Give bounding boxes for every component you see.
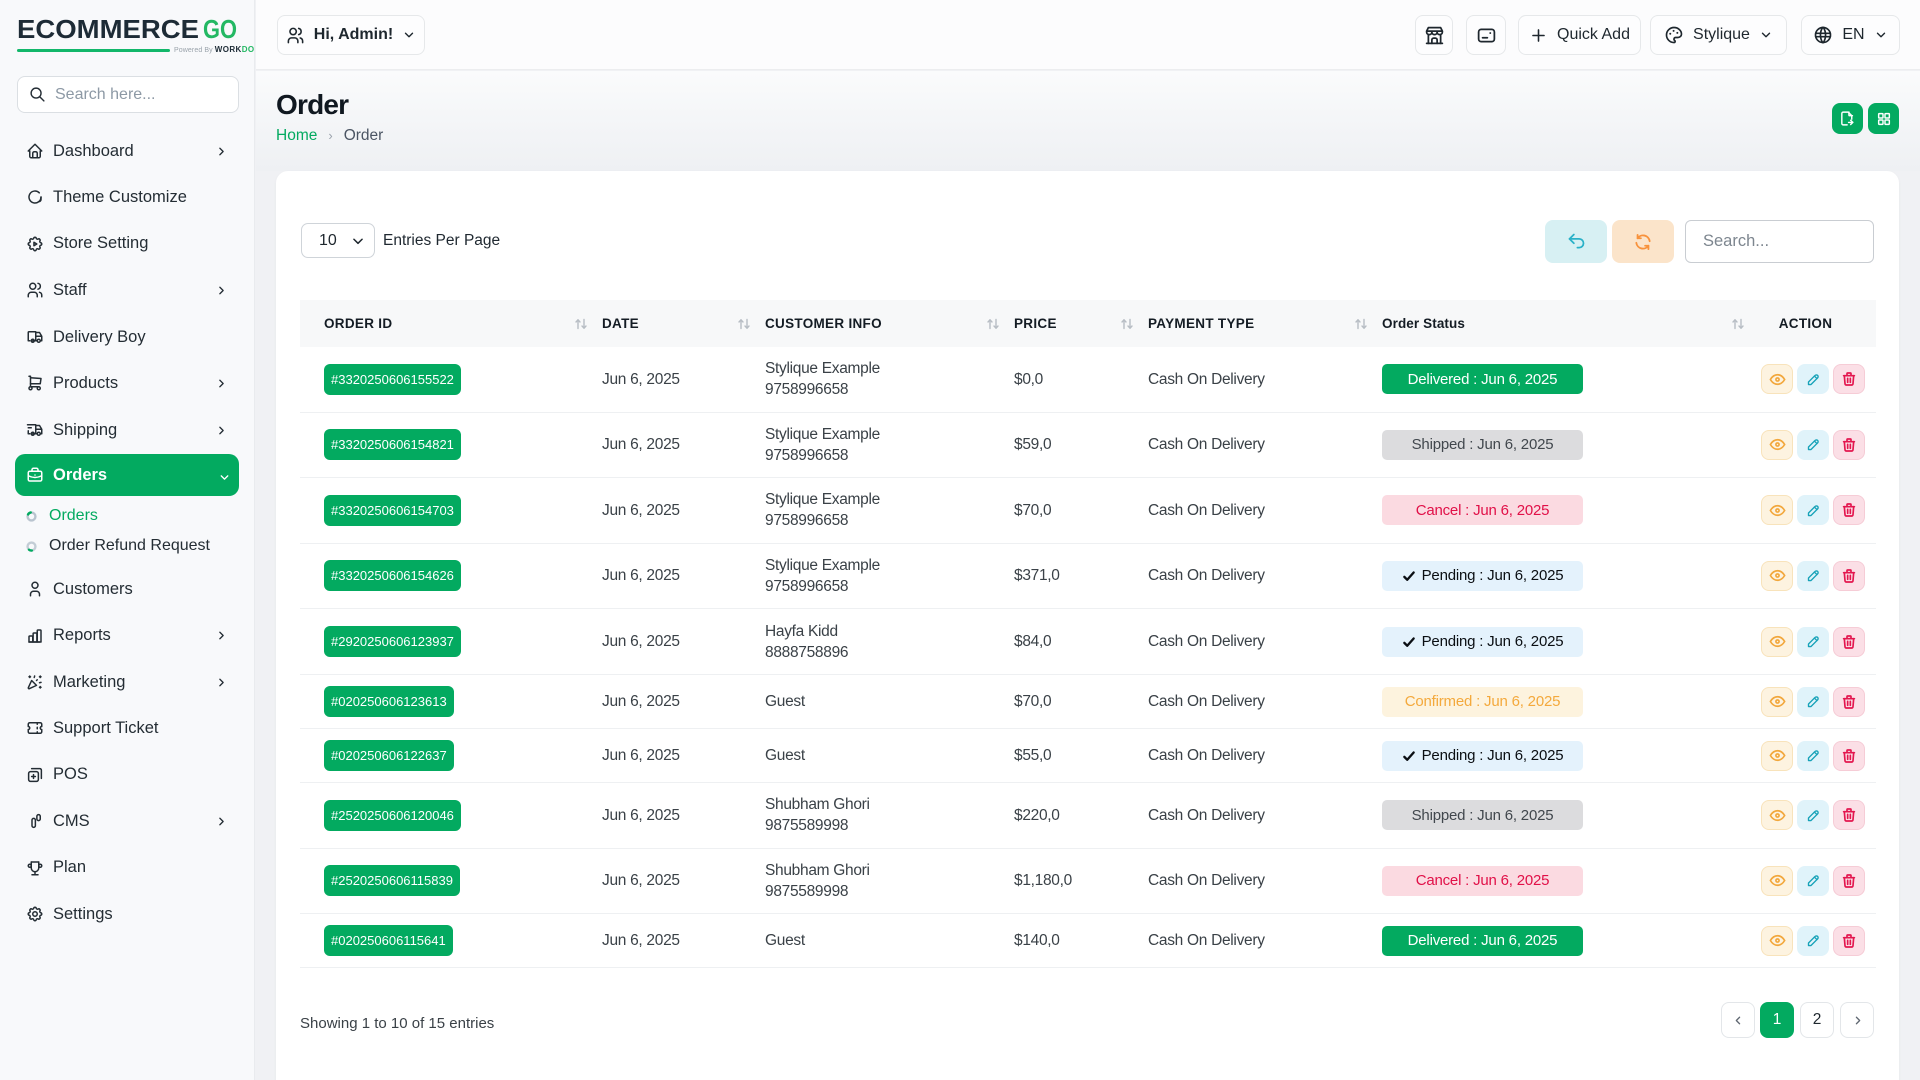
svg-text:GO: GO <box>203 14 237 44</box>
svg-text:ECOMMERCE: ECOMMERCE <box>17 14 199 44</box>
